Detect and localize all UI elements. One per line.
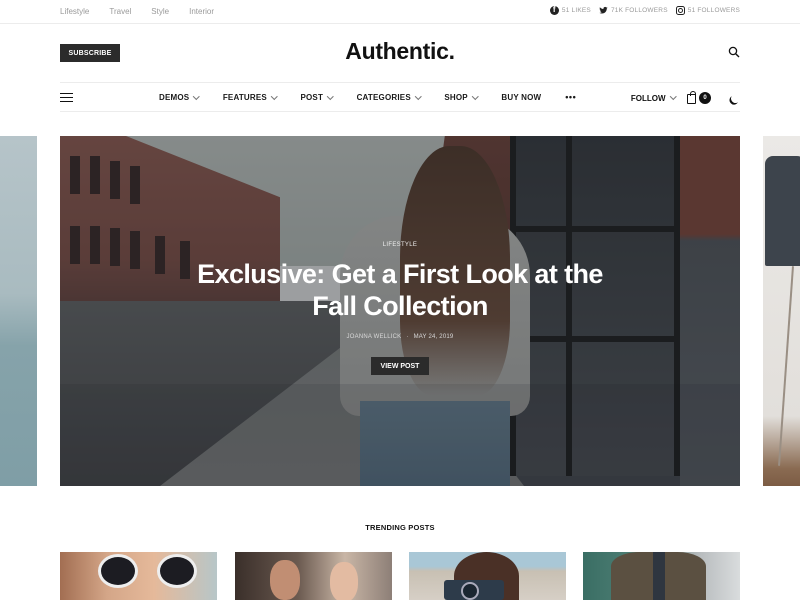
nav-item-shop[interactable]: SHOP (444, 92, 479, 102)
trending-post-thumbnail[interactable] (235, 552, 392, 600)
site-logo[interactable]: Authentic. (0, 38, 800, 65)
person-graphic (270, 560, 300, 600)
top-category-lifestyle[interactable]: Lifestyle (60, 7, 89, 16)
hero-date: MAY 24, 2019 (413, 334, 454, 340)
top-category-travel[interactable]: Travel (109, 7, 131, 16)
chevron-down-icon (193, 92, 200, 100)
hamburger-menu-icon[interactable] (60, 93, 73, 102)
nav-item-buy-now[interactable]: BUY NOW (501, 93, 541, 102)
nav-item-label: FEATURES (222, 93, 267, 102)
previous-slide-image[interactable] (0, 136, 37, 486)
trending-posts-heading: TRENDING POSTS (365, 523, 435, 532)
hero-meta: JOANNA WELLICK · MAY 24, 2019 (60, 334, 740, 340)
social-twitter[interactable]: 71K FOLLOWERS (599, 6, 668, 15)
chevron-down-icon (669, 93, 676, 100)
camera-lens-graphic (461, 582, 479, 600)
follow-label: FOLLOW (630, 93, 666, 103)
nav-item-label: POST (300, 93, 324, 102)
chevron-down-icon (414, 92, 422, 100)
nav-item-label: CATEGORIES (356, 93, 411, 102)
trending-post-thumbnail[interactable] (583, 552, 740, 600)
facebook-count: 51 LIKES (561, 7, 591, 14)
nav-item-categories[interactable]: CATEGORIES (356, 92, 422, 102)
nav-item-label: BUY NOW (501, 93, 542, 102)
hero-content: LIFESTYLE Exclusive: Get a First Look at… (60, 136, 740, 486)
social-counters: 51 LIKES 71K FOLLOWERS 51 FOLLOWERS (542, 5, 740, 15)
tie-graphic (653, 552, 665, 600)
hero-title[interactable]: Exclusive: Get a First Look at the Fall … (190, 258, 610, 322)
chevron-down-icon (327, 92, 334, 100)
follow-dropdown[interactable]: FOLLOW (630, 93, 676, 103)
hero-category[interactable]: LIFESTYLE (60, 242, 740, 248)
top-categories: Lifestyle Travel Style Interior (60, 7, 234, 16)
sunglasses-lens-graphic (157, 554, 197, 588)
view-post-button[interactable]: VIEW POST (371, 357, 429, 375)
search-icon[interactable] (728, 46, 740, 58)
facebook-icon (549, 5, 559, 15)
person-graphic (330, 562, 358, 600)
trending-post-thumbnail[interactable] (409, 552, 566, 600)
main-menu: DEMOS FEATURES POST CATEGORIES SHOP BUY … (159, 91, 600, 103)
top-category-style[interactable]: Style (151, 7, 169, 16)
next-slide-image[interactable] (763, 136, 800, 486)
social-facebook[interactable]: 51 LIKES (549, 5, 591, 15)
nav-item-label: SHOP (444, 93, 468, 102)
twitter-icon (599, 6, 608, 14)
nav-item-post[interactable]: POST (300, 92, 334, 102)
more-menu-icon[interactable]: ••• (565, 91, 576, 102)
trending-post-thumbnail[interactable] (60, 552, 217, 600)
meta-separator: · (406, 334, 409, 340)
social-instagram[interactable]: 51 FOLLOWERS (675, 6, 740, 15)
top-bar: Lifestyle Travel Style Interior 51 LIKES… (0, 0, 800, 24)
hero-author[interactable]: JOANNA WELLICK (347, 334, 402, 340)
nav-actions: FOLLOW 0 (630, 91, 742, 104)
rack-pole-graphic (778, 266, 794, 466)
coat-graphic (765, 156, 800, 266)
dark-mode-toggle-icon[interactable] (730, 92, 742, 104)
nav-item-demos[interactable]: DEMOS (159, 92, 200, 102)
chevron-down-icon (471, 92, 479, 100)
cart-count-badge: 0 (699, 92, 711, 104)
instagram-icon (675, 6, 685, 15)
chevron-down-icon (271, 92, 278, 100)
top-category-interior[interactable]: Interior (189, 7, 214, 16)
nav-item-features[interactable]: FEATURES (222, 92, 278, 102)
twitter-count: 71K FOLLOWERS (610, 7, 668, 14)
nav-item-label: DEMOS (159, 93, 190, 102)
main-nav: DEMOS FEATURES POST CATEGORIES SHOP BUY … (60, 82, 740, 112)
instagram-count: 51 FOLLOWERS (687, 7, 740, 14)
shopping-bag-icon[interactable] (687, 91, 696, 104)
sunglasses-lens-graphic (98, 554, 138, 588)
